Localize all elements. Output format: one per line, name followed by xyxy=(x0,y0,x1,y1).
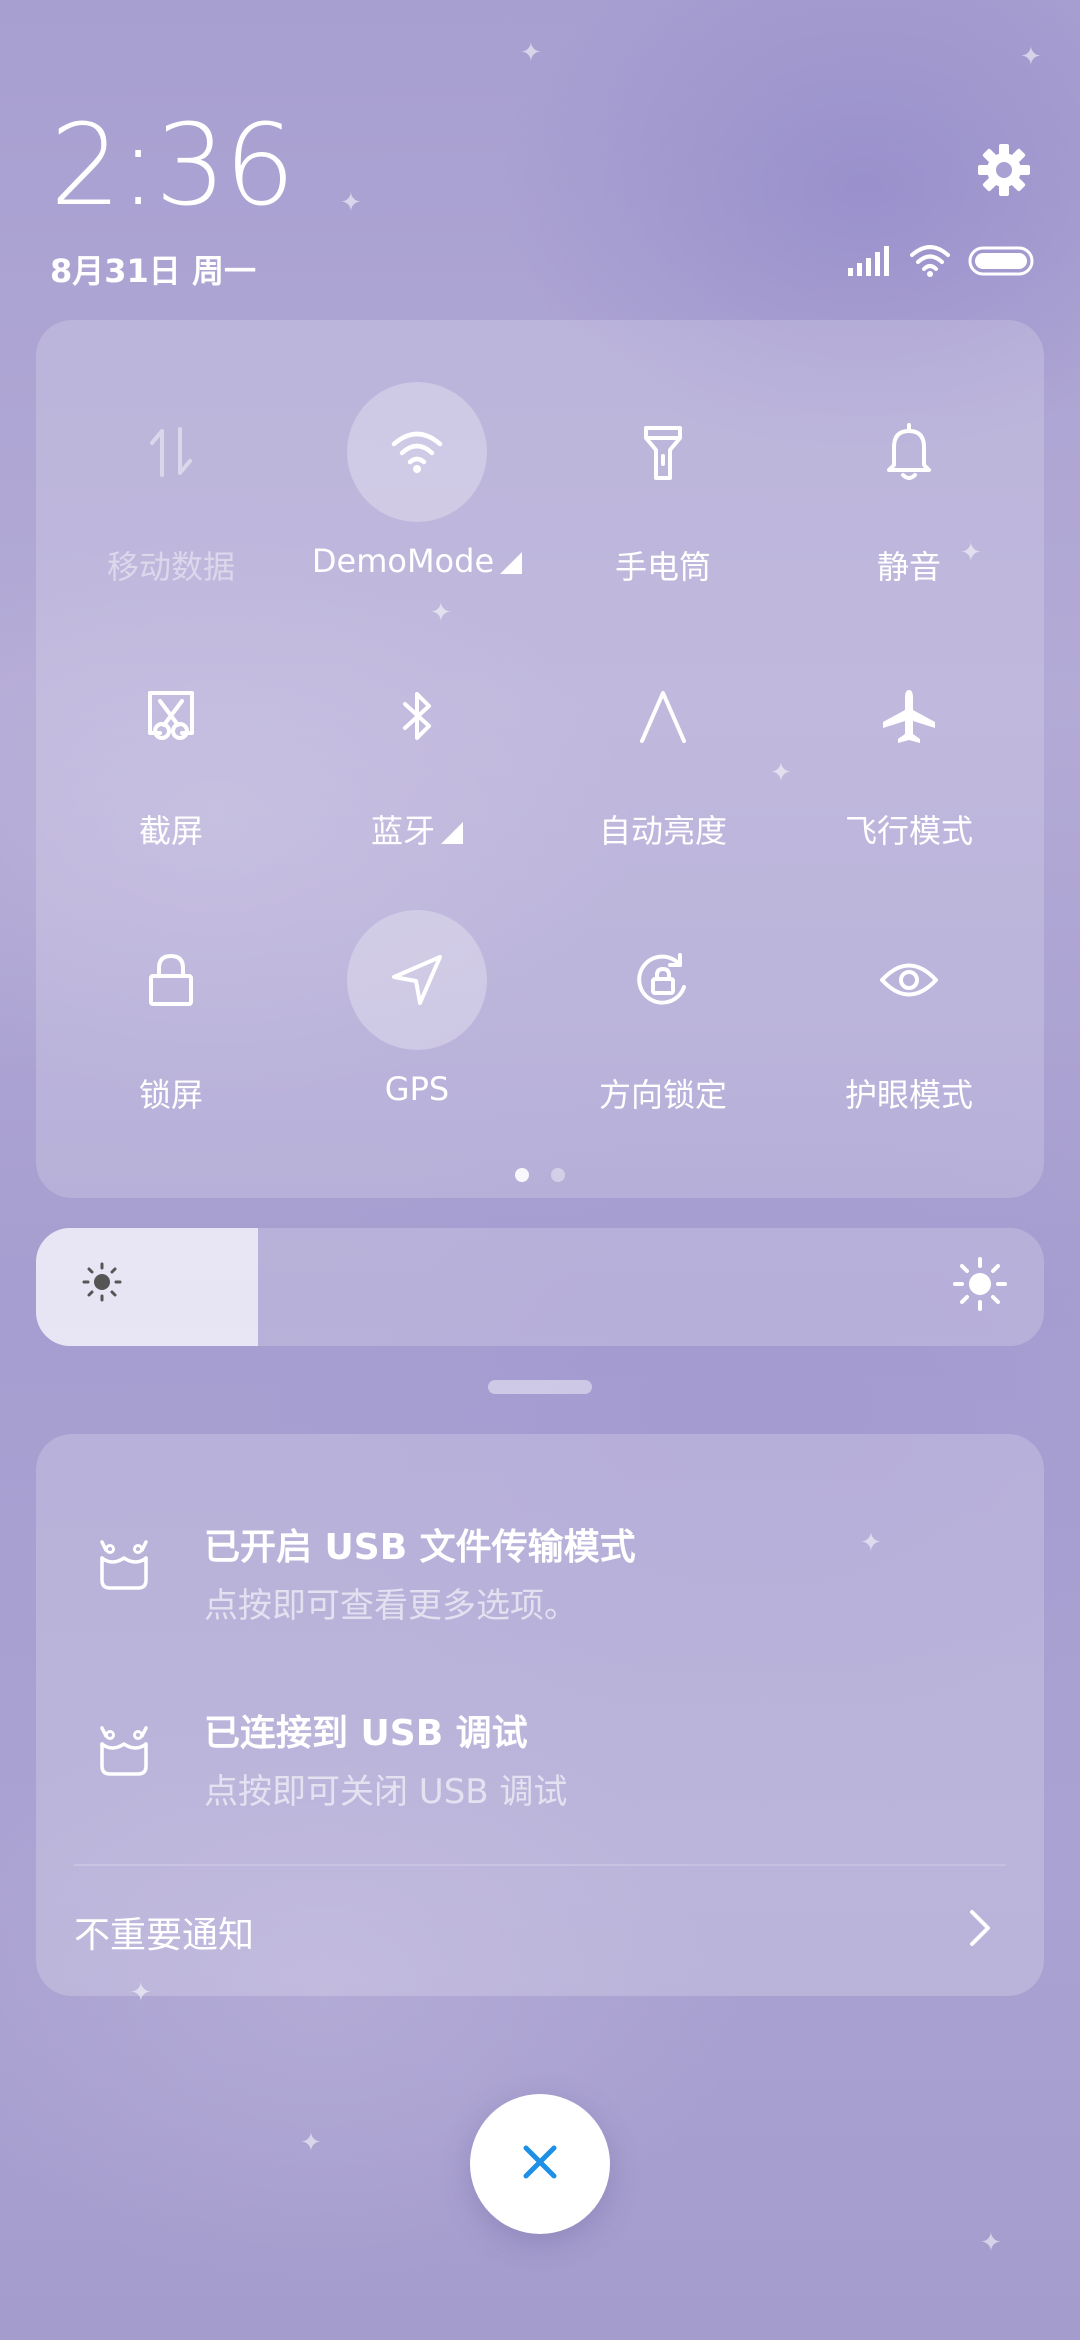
screenshot-icon xyxy=(101,646,241,786)
divider xyxy=(74,1864,1006,1866)
status-bar-icons xyxy=(848,245,1034,281)
page-dot[interactable] xyxy=(551,1168,565,1182)
notification-item[interactable]: 已开启 USB 文件传输模式 点按即可查看更多选项。 xyxy=(36,1490,1044,1640)
toggle-silent[interactable]: 静音 xyxy=(786,382,1032,602)
toggle-label: 方向锁定 xyxy=(598,1076,727,1114)
toggle-label: 移动数据 xyxy=(106,548,235,586)
toggle-bluetooth[interactable]: 蓝牙 xyxy=(294,646,540,866)
toggle-label: 飞行模式 xyxy=(844,812,973,850)
android-usb-icon xyxy=(96,1722,152,1782)
signal-icon xyxy=(848,246,892,280)
rotation-lock-icon xyxy=(593,910,733,1050)
mobile-data-icon xyxy=(101,382,241,522)
toggle-rotation-lock[interactable]: 方向锁定 xyxy=(540,910,786,1130)
brightness-slider[interactable] xyxy=(36,1228,1044,1346)
sparkle-decoration: ✦ xyxy=(520,38,542,68)
auto-brightness-icon xyxy=(593,646,733,786)
wifi-icon xyxy=(347,382,487,522)
clear-notifications-button[interactable] xyxy=(470,2094,610,2234)
date-label[interactable]: 8月31日 周一 xyxy=(50,246,256,292)
location-arrow-icon xyxy=(347,910,487,1050)
toggle-mobile-data[interactable]: 移动数据 xyxy=(48,382,294,602)
bell-icon xyxy=(839,382,979,522)
toggle-auto-brightness[interactable]: 自动亮度 xyxy=(540,646,786,866)
toggle-label: GPS xyxy=(384,1070,450,1108)
brightness-fill xyxy=(36,1228,258,1346)
eye-icon xyxy=(839,910,979,1050)
toggle-gps[interactable]: GPS xyxy=(294,910,540,1130)
toggle-lock-screen[interactable]: 锁屏 xyxy=(48,910,294,1130)
toggle-label: 截屏 xyxy=(138,812,203,850)
toggle-wifi[interactable]: DemoMode xyxy=(294,382,540,602)
toggle-label: 锁屏 xyxy=(138,1076,203,1114)
notification-title: 已开启 USB 文件传输模式 xyxy=(204,1527,636,1568)
android-usb-icon xyxy=(96,1536,152,1596)
lock-icon xyxy=(101,910,241,1050)
sparkle-decoration: ✦ xyxy=(980,2228,1002,2258)
page-dot-active[interactable] xyxy=(515,1168,529,1182)
page-indicator xyxy=(36,1168,1044,1182)
toggle-label: 护眼模式 xyxy=(844,1076,973,1114)
toggle-eye-care[interactable]: 护眼模式 xyxy=(786,910,1032,1130)
notification-subtitle: 点按即可查看更多选项。 xyxy=(204,1586,578,1626)
airplane-icon xyxy=(839,646,979,786)
chevron-right-icon xyxy=(968,1908,992,1952)
gear-icon[interactable] xyxy=(976,142,1032,198)
signal-triangle-icon xyxy=(500,552,523,574)
unimportant-notifications-row[interactable]: 不重要通知 xyxy=(74,1874,1006,1984)
toggle-label: DemoMode xyxy=(311,542,495,580)
notification-panel: 已开启 USB 文件传输模式 点按即可查看更多选项。 已连接到 USB 调试 点… xyxy=(36,1434,1044,1996)
wifi-icon xyxy=(910,245,950,281)
toggle-label: 蓝牙 xyxy=(370,812,435,850)
notification-title: 已连接到 USB 调试 xyxy=(204,1713,528,1754)
toggle-label: 静音 xyxy=(876,548,941,586)
signal-triangle-icon xyxy=(441,822,463,844)
toggle-flashlight[interactable]: 手电筒 xyxy=(540,382,786,602)
sparkle-decoration: ✦ xyxy=(1020,42,1042,72)
notification-subtitle: 点按即可关闭 USB 调试 xyxy=(204,1772,568,1812)
sparkle-decoration: ✦ xyxy=(300,2128,322,2158)
clock[interactable]: 2:36 xyxy=(50,110,296,222)
toggle-screenshot[interactable]: 截屏 xyxy=(48,646,294,866)
bluetooth-icon xyxy=(347,646,487,786)
toggle-label: 手电筒 xyxy=(614,548,711,586)
battery-icon xyxy=(968,246,1034,280)
notification-item[interactable]: 已连接到 USB 调试 点按即可关闭 USB 调试 xyxy=(36,1676,1044,1826)
quick-settings-panel: 移动数据 DemoMode 手电筒 静音 截屏 蓝牙 自动亮度 飞行模式 锁屏 … xyxy=(36,320,1044,1198)
brightness-low-icon xyxy=(80,1260,124,1308)
drag-handle[interactable] xyxy=(488,1380,592,1394)
unimportant-label: 不重要通知 xyxy=(74,1915,255,1956)
close-icon xyxy=(520,2142,560,2186)
sparkle-decoration: ✦ xyxy=(340,188,362,218)
toggle-airplane[interactable]: 飞行模式 xyxy=(786,646,1032,866)
brightness-high-icon xyxy=(952,1256,1008,1316)
toggle-label: 自动亮度 xyxy=(598,812,727,850)
flashlight-icon xyxy=(593,382,733,522)
